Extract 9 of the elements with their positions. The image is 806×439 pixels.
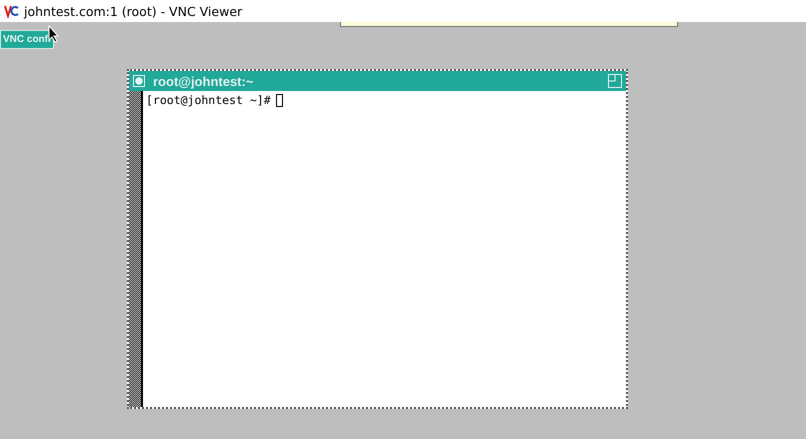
shell-prompt: [root@johntest ~]# [146, 93, 271, 107]
maximize-icon[interactable] [608, 74, 622, 88]
text-cursor [276, 94, 283, 107]
terminal-title: root@johntest:~ [153, 74, 254, 88]
mouse-cursor-icon [48, 25, 60, 43]
window-title: johntest.com:1 (root) - VNC Viewer [24, 4, 242, 18]
scrollbar[interactable] [129, 91, 143, 407]
app-logo-icon [4, 4, 20, 18]
window-menu-icon[interactable] [133, 75, 145, 87]
